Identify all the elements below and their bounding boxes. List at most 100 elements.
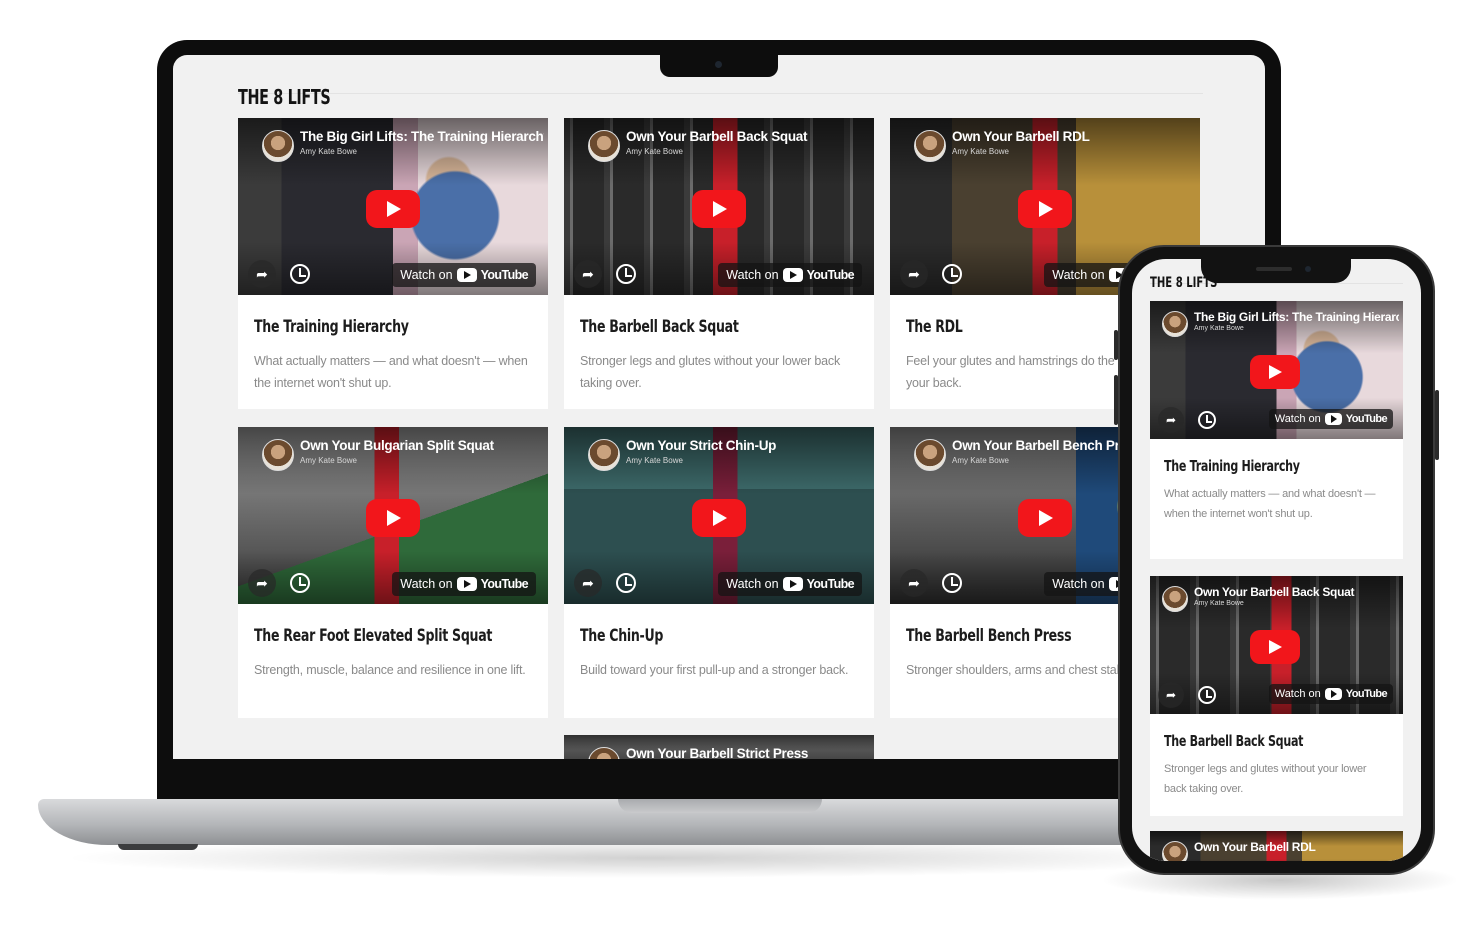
watch-later-icon[interactable] <box>616 573 636 593</box>
section-divider <box>238 93 1203 94</box>
card-description: Stronger legs and glutes without your lo… <box>1164 763 1367 795</box>
play-button[interactable] <box>692 190 746 228</box>
video-title[interactable]: Own Your Strict Chin-Up <box>626 438 870 453</box>
video-embed[interactable]: Own Your Barbell Back Squat Amy Kate Bow… <box>564 118 874 295</box>
share-icon[interactable]: ➦ <box>574 569 602 597</box>
watch-on-youtube-button[interactable]: Watch on YouTube <box>718 572 862 596</box>
video-title[interactable]: Own Your Bulgarian Split Squat <box>300 438 544 453</box>
channel-avatar[interactable] <box>262 130 294 162</box>
channel-name: Amy Kate Bowe <box>1194 600 1244 607</box>
phone-side-button <box>1435 390 1439 460</box>
channel-name: Amy Kate Bowe <box>626 147 683 156</box>
share-icon[interactable]: ➦ <box>574 260 602 288</box>
youtube-logo-icon <box>1324 413 1342 425</box>
phone-screen: THE 8 LIFTS The Big Girl Lifts: The Trai… <box>1132 259 1421 861</box>
laptop-foot <box>118 844 198 850</box>
channel-avatar[interactable] <box>914 439 946 471</box>
camera-icon <box>1305 266 1311 272</box>
video-embed[interactable]: The Big Girl Lifts: The Training Hierarc… <box>1150 301 1403 439</box>
lift-card[interactable]: Own Your Strict Chin-Up Amy Kate Bowe ➦ … <box>564 427 874 718</box>
video-embed[interactable]: Own Your Barbell RDL <box>1150 831 1403 861</box>
card-title: The Chin-Up <box>580 626 664 646</box>
channel-avatar[interactable] <box>1162 311 1188 337</box>
card-description: Build toward your first pull-up and a st… <box>580 663 849 677</box>
share-icon[interactable]: ➦ <box>1158 682 1184 708</box>
share-icon[interactable]: ➦ <box>248 260 276 288</box>
channel-name: Amy Kate Bowe <box>300 147 357 156</box>
card-title: The RDL <box>906 317 963 337</box>
video-embed[interactable]: Own Your Bulgarian Split Squat Amy Kate … <box>238 427 548 604</box>
card-title: The Training Hierarchy <box>1164 457 1300 475</box>
watch-later-icon[interactable] <box>1198 686 1216 704</box>
channel-avatar[interactable] <box>588 130 620 162</box>
camera-icon <box>715 61 722 68</box>
video-title[interactable]: Own Your Barbell Back Squat <box>1194 585 1399 599</box>
laptop-screen: THE 8 LIFTS The Big Girl Lifts: The Trai… <box>173 55 1265 759</box>
card-description: What actually matters — and what doesn't… <box>1164 488 1376 520</box>
play-button[interactable] <box>1018 190 1072 228</box>
lift-card[interactable]: The Big Girl Lifts: The Training Hierarc… <box>238 118 548 409</box>
lift-card[interactable]: Own Your Barbell Back Squat Amy Kate Bow… <box>564 118 874 409</box>
youtube-logo-icon <box>782 577 803 591</box>
video-title[interactable]: Own Your Barbell Back Squat <box>626 129 870 144</box>
watch-later-icon[interactable] <box>616 264 636 284</box>
channel-avatar[interactable] <box>1162 586 1188 612</box>
channel-name: Amy Kate Bowe <box>952 147 1009 156</box>
play-button[interactable] <box>692 499 746 537</box>
video-title[interactable]: Own Your Barbell Strict Press <box>626 746 870 759</box>
video-title[interactable]: The Big Girl Lifts: The Training Hierarc… <box>1194 310 1399 324</box>
video-title[interactable]: Own Your Barbell RDL <box>1194 840 1399 854</box>
watch-later-icon[interactable] <box>1198 411 1216 429</box>
video-embed[interactable]: Own Your Barbell Strict Press <box>564 735 874 759</box>
video-title[interactable]: Own Your Barbell RDL <box>952 129 1196 144</box>
share-icon[interactable]: ➦ <box>900 260 928 288</box>
play-button[interactable] <box>1018 499 1072 537</box>
youtube-logo-icon <box>782 268 803 282</box>
card-description: What actually matters — and what doesn't… <box>254 354 528 390</box>
card-title: The Barbell Back Squat <box>580 317 739 337</box>
lift-card[interactable]: The Big Girl Lifts: The Training Hierarc… <box>1150 301 1403 559</box>
lift-card[interactable]: Own Your Barbell Strict Press <box>564 735 874 759</box>
play-button[interactable] <box>1250 630 1300 664</box>
youtube-logo-icon <box>1324 688 1342 700</box>
channel-avatar[interactable] <box>914 130 946 162</box>
lift-card[interactable]: Own Your Bulgarian Split Squat Amy Kate … <box>238 427 548 718</box>
video-embed[interactable]: The Big Girl Lifts: The Training Hierarc… <box>238 118 548 295</box>
watch-later-icon[interactable] <box>942 264 962 284</box>
play-button[interactable] <box>1250 355 1300 389</box>
phone-notch <box>1201 259 1351 283</box>
card-title: The Training Hierarchy <box>254 317 409 337</box>
channel-name: Amy Kate Bowe <box>952 456 1009 465</box>
share-icon[interactable]: ➦ <box>1158 407 1184 433</box>
play-button[interactable] <box>366 190 420 228</box>
share-icon[interactable]: ➦ <box>248 569 276 597</box>
play-button[interactable] <box>366 499 420 537</box>
speaker-icon <box>1256 267 1292 271</box>
watch-on-youtube-button[interactable]: Watch on YouTube <box>392 572 536 596</box>
card-title: The Barbell Bench Press <box>906 626 1072 646</box>
laptop-camera-notch <box>660 55 778 77</box>
watch-on-youtube-button[interactable]: Watch on YouTube <box>392 263 536 287</box>
youtube-logo-icon <box>456 268 477 282</box>
section-title: THE 8 LIFTS <box>238 85 331 109</box>
watch-later-icon[interactable] <box>290 573 310 593</box>
video-title[interactable]: The Big Girl Lifts: The Training Hierarc… <box>300 129 544 144</box>
lift-card[interactable]: Own Your Barbell RDL <box>1150 831 1403 861</box>
channel-name: Amy Kate Bowe <box>1194 325 1244 332</box>
card-title: The Rear Foot Elevated Split Squat <box>254 626 493 646</box>
watch-on-youtube-button[interactable]: Watch on YouTube <box>1268 684 1393 704</box>
card-description: Strength, muscle, balance and resilience… <box>254 663 526 677</box>
youtube-logo-icon <box>456 577 477 591</box>
watch-on-youtube-button[interactable]: Watch on YouTube <box>718 263 862 287</box>
channel-name: Amy Kate Bowe <box>300 456 357 465</box>
watch-later-icon[interactable] <box>290 264 310 284</box>
watch-later-icon[interactable] <box>942 573 962 593</box>
video-embed[interactable]: Own Your Barbell Back Squat Amy Kate Bow… <box>1150 576 1403 714</box>
video-embed[interactable]: Own Your Strict Chin-Up Amy Kate Bowe ➦ … <box>564 427 874 604</box>
watch-on-youtube-button[interactable]: Watch on YouTube <box>1268 409 1393 429</box>
channel-avatar[interactable] <box>588 439 620 471</box>
lift-card[interactable]: Own Your Barbell Back Squat Amy Kate Bow… <box>1150 576 1403 816</box>
channel-avatar[interactable] <box>1162 841 1188 861</box>
channel-avatar[interactable] <box>262 439 294 471</box>
share-icon[interactable]: ➦ <box>900 569 928 597</box>
